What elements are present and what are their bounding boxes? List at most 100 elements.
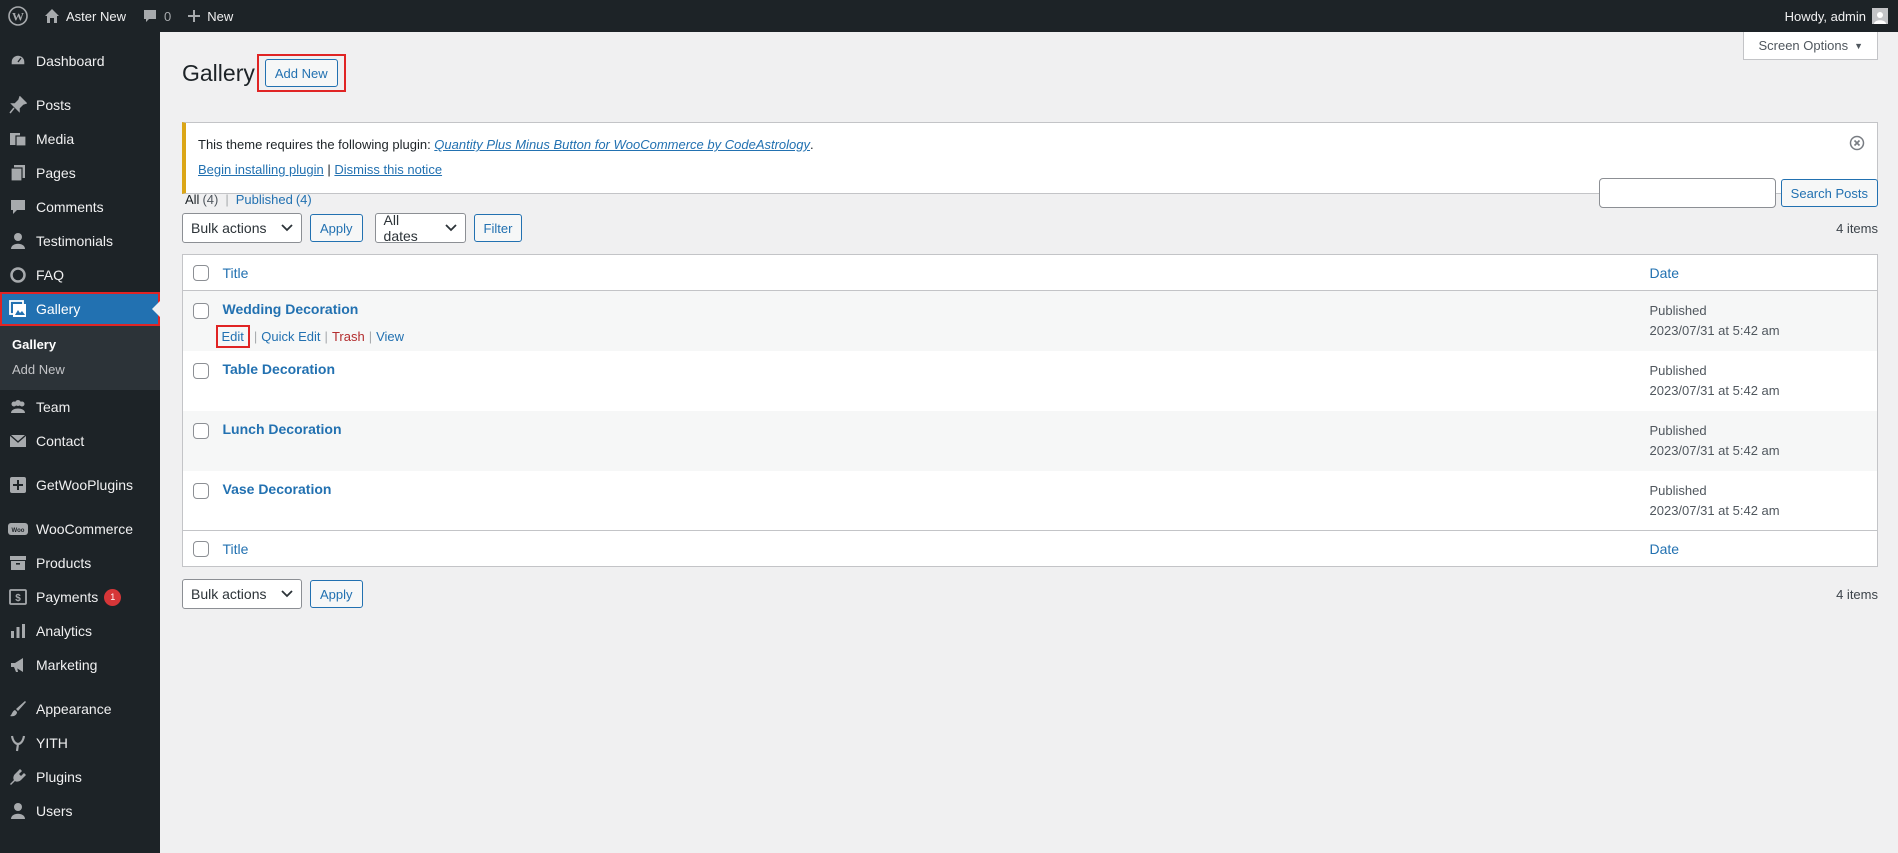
home-icon xyxy=(44,8,60,24)
plus-icon xyxy=(187,9,201,23)
row-checkbox[interactable] xyxy=(193,422,209,439)
tablenav-bottom: Bulk actions Apply 4 items xyxy=(182,579,1878,609)
edit-highlight: Edit xyxy=(215,325,250,348)
trash-link[interactable]: Trash xyxy=(332,329,365,344)
menu-analytics[interactable]: Analytics xyxy=(0,614,160,648)
row-checkbox[interactable] xyxy=(193,362,209,379)
person-icon xyxy=(8,231,28,251)
table-row: Lunch Decoration Published 2023/07/31 at… xyxy=(182,410,1878,471)
menu-woocommerce[interactable]: Woo WooCommerce xyxy=(0,512,160,546)
search-input[interactable] xyxy=(1598,178,1776,208)
menu-gallery[interactable]: Gallery xyxy=(0,292,160,326)
gallery-submenu: Gallery Add New xyxy=(0,326,160,390)
row-checkbox[interactable] xyxy=(193,482,209,499)
menu-team[interactable]: Team xyxy=(0,390,160,424)
tablenav-top: Bulk actions Apply All dates Filter 4 it… xyxy=(182,212,1878,244)
begin-installing-link[interactable]: Begin installing plugin xyxy=(198,162,324,177)
wordpress-logo-icon[interactable]: W xyxy=(0,0,36,32)
chevron-down-icon xyxy=(281,590,293,598)
row-title-link[interactable]: Lunch Decoration xyxy=(223,421,342,437)
menu-dashboard[interactable]: Dashboard xyxy=(0,44,160,78)
groups-icon xyxy=(8,397,28,417)
close-icon[interactable] xyxy=(1849,135,1865,151)
row-checkbox[interactable] xyxy=(193,303,209,319)
menu-testimonials[interactable]: Testimonials xyxy=(0,224,160,258)
menu-posts[interactable]: Posts xyxy=(0,88,160,122)
quick-edit-link[interactable]: Quick Edit xyxy=(261,329,320,344)
apply-button[interactable]: Apply xyxy=(310,214,363,242)
svg-text:$: $ xyxy=(15,593,21,604)
date-filter-select[interactable]: All dates xyxy=(374,212,466,244)
table-row: Vase Decoration Published 2023/07/31 at … xyxy=(183,471,1878,531)
menu-payments[interactable]: $ Payments 1 xyxy=(0,580,160,614)
svg-text:W: W xyxy=(12,10,24,24)
view-all[interactable]: All xyxy=(185,192,199,207)
menu-media[interactable]: Media xyxy=(0,122,160,156)
bulk-actions-select-bottom[interactable]: Bulk actions xyxy=(182,579,302,609)
howdy-text: Howdy, admin xyxy=(1784,8,1866,24)
row-date: 2023/07/31 at 5:42 am xyxy=(1649,323,1780,338)
chevron-down-icon xyxy=(281,224,293,232)
select-all-checkbox[interactable] xyxy=(193,265,209,281)
items-count-bottom: 4 items xyxy=(1836,586,1878,602)
email-icon xyxy=(8,431,28,451)
comment-icon xyxy=(142,8,158,24)
submenu-add-new[interactable]: Add New xyxy=(0,357,160,382)
site-name: Aster New xyxy=(66,8,126,24)
menu-yith[interactable]: YITH xyxy=(0,726,160,760)
new-label: New xyxy=(207,8,234,24)
select-all-checkbox-bottom[interactable] xyxy=(193,541,209,557)
menu-appearance[interactable]: Appearance xyxy=(0,692,160,726)
archive-icon xyxy=(8,553,28,573)
table-header: Title Date xyxy=(182,255,1878,291)
comments-link[interactable]: 0 xyxy=(134,0,179,32)
edit-link[interactable]: Edit xyxy=(222,329,244,344)
menu-products[interactable]: Products xyxy=(0,546,160,580)
dismiss-notice-link[interactable]: Dismiss this notice xyxy=(334,162,442,177)
woo-icon: Woo xyxy=(8,519,28,539)
submenu-gallery[interactable]: Gallery xyxy=(0,332,160,357)
comment-icon xyxy=(8,197,28,217)
menu-comments[interactable]: Comments xyxy=(0,190,160,224)
add-new-button[interactable]: Add New xyxy=(264,59,338,87)
yith-icon xyxy=(8,733,28,753)
filter-button[interactable]: Filter xyxy=(473,214,523,242)
table-footer: Title Date xyxy=(182,530,1878,567)
menu-users[interactable]: Users xyxy=(0,794,160,828)
menu-faq[interactable]: FAQ xyxy=(0,258,160,292)
title-column-footer[interactable]: Title xyxy=(223,541,249,557)
menu-marketing[interactable]: Marketing xyxy=(0,648,160,682)
view-link[interactable]: View xyxy=(376,329,404,344)
posts-table: Title Date Wedding Decoration Edit | Qui… xyxy=(182,254,1878,567)
date-column-footer[interactable]: Date xyxy=(1650,541,1680,557)
row-title-link[interactable]: Table Decoration xyxy=(223,361,336,377)
view-published[interactable]: Published xyxy=(236,192,293,207)
menu-plugins[interactable]: Plugins xyxy=(0,760,160,794)
table-row: Wedding Decoration Edit | Quick Edit | T… xyxy=(182,290,1878,351)
gallery-icon xyxy=(8,299,28,319)
admin-sidebar: Dashboard Posts Media Pages Comments Tes… xyxy=(0,32,160,853)
my-account-link[interactable]: Howdy, admin xyxy=(1777,0,1898,32)
date-column-header[interactable]: Date xyxy=(1650,265,1680,281)
search-posts-button[interactable]: Search Posts xyxy=(1780,179,1878,207)
row-title-link[interactable]: Vase Decoration xyxy=(223,481,332,497)
row-status: Published xyxy=(1649,482,1707,498)
row-title-link[interactable]: Wedding Decoration xyxy=(223,301,359,317)
menu-contact[interactable]: Contact xyxy=(0,424,160,458)
plugin-icon xyxy=(8,767,28,787)
screen-options-button[interactable]: Screen Options ▼ xyxy=(1743,32,1878,60)
menu-getwooplugins[interactable]: GetWooPlugins xyxy=(0,468,160,502)
new-content-link[interactable]: New xyxy=(179,0,241,32)
chevron-down-icon xyxy=(444,224,457,232)
paintbrush-icon xyxy=(8,699,28,719)
pushpin-icon xyxy=(8,95,28,115)
bulk-actions-select[interactable]: Bulk actions xyxy=(182,213,302,243)
caret-down-icon: ▼ xyxy=(1854,40,1863,51)
site-name-link[interactable]: Aster New xyxy=(36,0,134,32)
apply-button-bottom[interactable]: Apply xyxy=(310,580,363,608)
circle-icon xyxy=(8,265,28,285)
title-column-header[interactable]: Title xyxy=(223,265,249,281)
menu-pages[interactable]: Pages xyxy=(0,156,160,190)
row-date: 2023/07/31 at 5:42 am xyxy=(1649,442,1780,458)
plugin-link[interactable]: Quantity Plus Minus Button for WooCommer… xyxy=(434,137,810,152)
